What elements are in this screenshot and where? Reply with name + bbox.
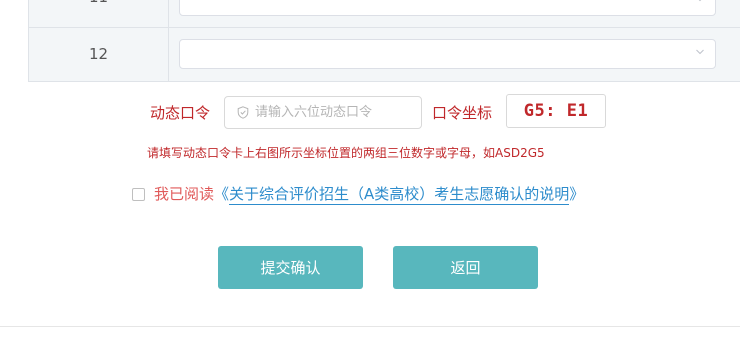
row-number: 12 — [88, 45, 109, 63]
choice-select[interactable] — [179, 39, 716, 69]
table-row: 12 — [29, 28, 740, 81]
shield-icon — [237, 106, 249, 119]
choice-table: 11 12 — [28, 0, 740, 82]
choice-select[interactable] — [179, 0, 716, 16]
read-text: 我已阅读 — [154, 185, 215, 203]
dynamic-code-field[interactable] — [224, 96, 422, 129]
agreement-checkbox[interactable] — [132, 188, 145, 201]
row-number-cell: 12 — [29, 28, 169, 81]
agreement-row: 我已阅读《关于综合评价招生（A类高校）考生志愿确认的说明》 — [132, 183, 585, 205]
footer-divider — [0, 326, 740, 327]
submit-button[interactable]: 提交确认 — [218, 246, 363, 289]
coordinate-label: 口令坐标 — [432, 104, 493, 122]
dynamic-code-input[interactable] — [255, 102, 415, 123]
row-number: 11 — [29, 0, 168, 6]
open-bracket: 《 — [214, 185, 230, 203]
chevron-down-icon — [698, 0, 702, 2]
confirmation-page: 11 12 动态口令 口令坐标 G5: E1 — [0, 0, 740, 342]
chevron-down-icon — [696, 49, 704, 55]
coordinate-value: G5: E1 — [506, 94, 606, 128]
hint-text: 请填写动态口令卡上右图所示坐标位置的两组三位数字或字母，如ASD2G5 — [147, 146, 545, 160]
back-button[interactable]: 返回 — [393, 246, 538, 289]
agreement-doc-link[interactable]: 关于综合评价招生（A类高校）考生志愿确认的说明 — [229, 185, 570, 205]
row-number-cell: 11 — [29, 0, 169, 27]
close-bracket: 》 — [569, 185, 585, 203]
table-row: 11 — [29, 0, 740, 28]
dynamic-code-label: 动态口令 — [150, 104, 211, 122]
